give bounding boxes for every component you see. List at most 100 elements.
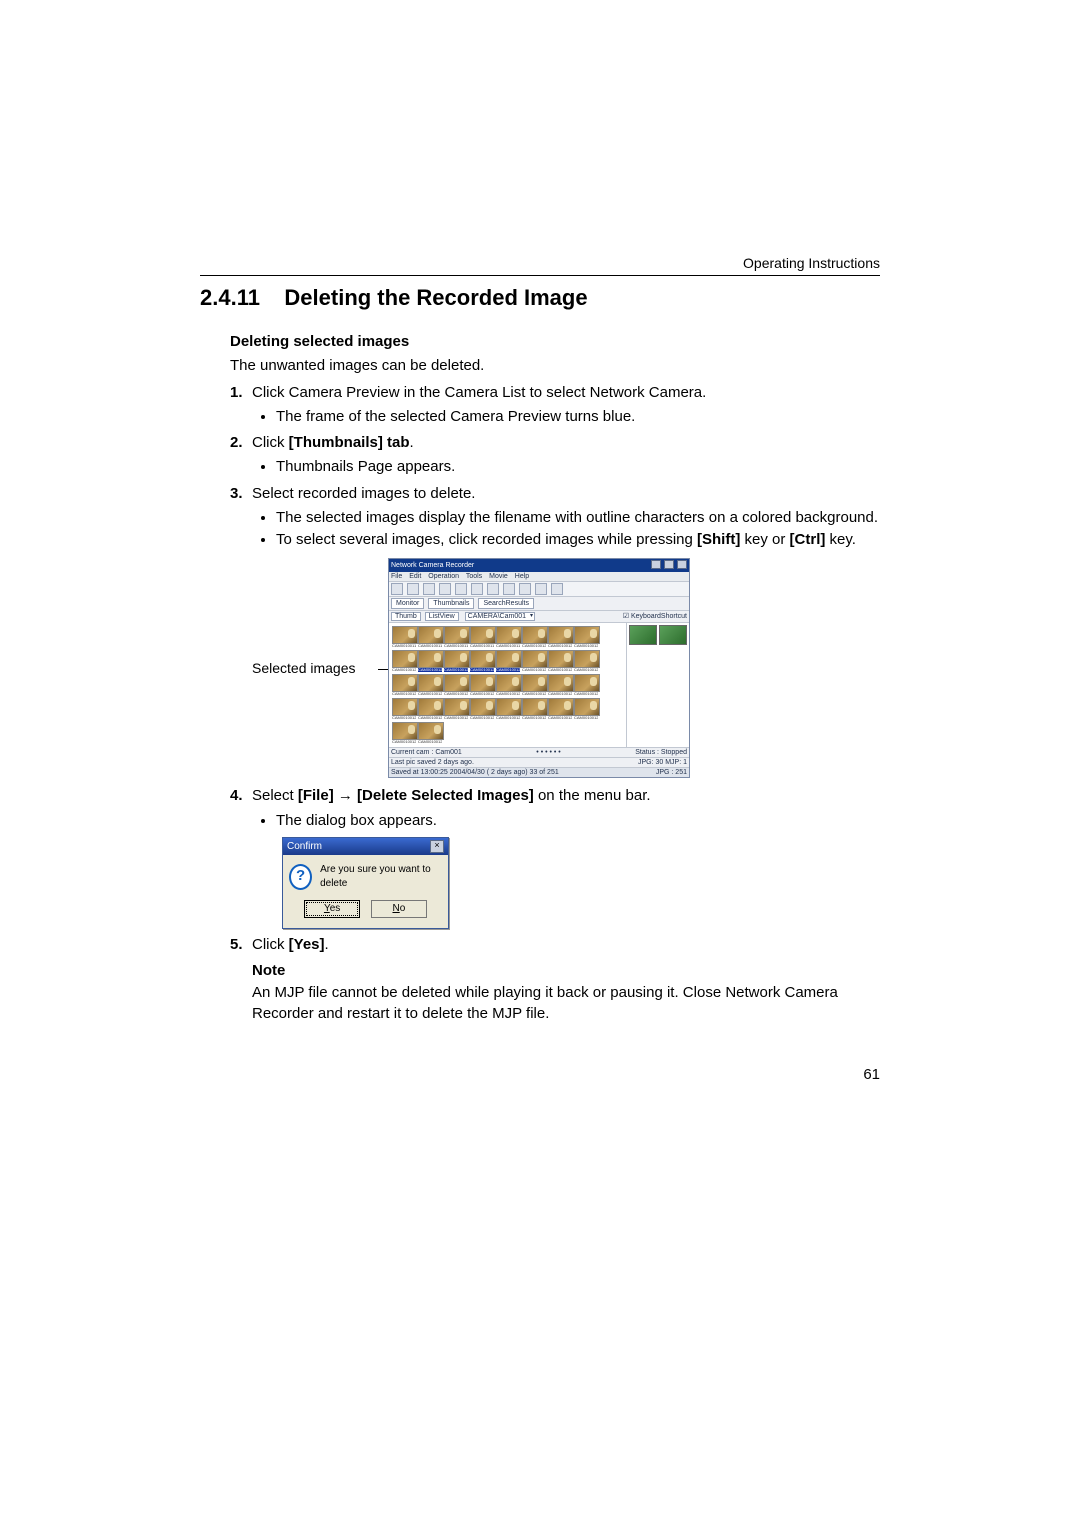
thumbnail[interactable]: CAM001001219 [392, 698, 416, 720]
thumbnail[interactable]: CAM001001221 [444, 698, 468, 720]
thumbnail-image[interactable] [574, 626, 600, 644]
thumbnail[interactable]: CAM001001200 [522, 626, 546, 648]
thumbnail[interactable]: CAM001001196 [418, 626, 442, 648]
thumbnail[interactable]: CAM001001227 [392, 722, 416, 744]
thumbnail-image[interactable] [392, 722, 418, 740]
camera-combo[interactable]: CAMERA\Cam001 [465, 612, 535, 621]
thumbnail[interactable]: CAM001001212 [418, 674, 442, 696]
toolbar-icon[interactable] [423, 583, 435, 595]
thumbnail-image[interactable] [548, 674, 574, 692]
thumbnail-image[interactable] [522, 698, 548, 716]
thumbnail[interactable]: CAM001001228 [418, 722, 442, 744]
thumbnail-image[interactable] [444, 674, 470, 692]
menu-help[interactable]: Help [515, 573, 529, 580]
toolbar-icon[interactable] [439, 583, 451, 595]
thumbnail-image[interactable] [522, 650, 548, 668]
thumbnail[interactable]: CAM001001217 [548, 674, 572, 696]
thumbnail-image[interactable] [548, 650, 574, 668]
thumbnail[interactable]: CAM001001214 [470, 674, 494, 696]
thumbnail-image[interactable] [444, 626, 470, 644]
menu-file[interactable]: File [391, 573, 402, 580]
subtab-listview[interactable]: ListView [425, 612, 459, 621]
thumbnail[interactable]: CAM001001199 [496, 626, 520, 648]
thumbnail-image[interactable] [392, 650, 418, 668]
toolbar-icon[interactable] [535, 583, 547, 595]
thumbnail-image[interactable] [522, 626, 548, 644]
thumbnail-image[interactable] [470, 650, 496, 668]
thumbnail-image[interactable] [418, 698, 444, 716]
thumbnail-image[interactable] [496, 698, 522, 716]
thumbnail[interactable]: CAM001001218 [574, 674, 598, 696]
yes-button[interactable]: Yes [304, 900, 360, 918]
toolbar-icon[interactable] [455, 583, 467, 595]
thumbnail-image[interactable] [418, 674, 444, 692]
thumbnail-image[interactable] [522, 674, 548, 692]
camera-preview-1[interactable] [629, 625, 657, 645]
thumbnail[interactable]: CAM001001216 [522, 674, 546, 696]
app-tabs[interactable]: Monitor Thumbnails SearchResults [389, 597, 689, 611]
thumbnail-grid[interactable]: CAM001001195CAM001001196CAM001001197CAM0… [389, 623, 626, 747]
app-toolbar[interactable] [389, 582, 689, 597]
minimize-icon[interactable] [651, 560, 661, 569]
thumbnail-image[interactable] [574, 674, 600, 692]
thumbnail[interactable]: CAM001001215 [496, 674, 520, 696]
thumbnail[interactable]: CAM001001209 [548, 650, 572, 672]
toolbar-icon[interactable] [391, 583, 403, 595]
toolbar-icon[interactable] [487, 583, 499, 595]
keyboard-shortcut-check[interactable]: ☑ KeyboardShortcut [623, 613, 687, 620]
thumbnail[interactable]: CAM001001207 [496, 650, 520, 672]
thumbnail-image[interactable] [574, 698, 600, 716]
thumbnail[interactable]: CAM001001204 [418, 650, 442, 672]
thumbnail[interactable]: CAM001001213 [444, 674, 468, 696]
thumbnail-image[interactable] [574, 650, 600, 668]
thumbnail-image[interactable] [418, 626, 444, 644]
thumbnail-image[interactable] [496, 650, 522, 668]
thumbnail[interactable]: CAM001001198 [470, 626, 494, 648]
no-button[interactable]: No [371, 900, 427, 918]
thumbnail-image[interactable] [392, 674, 418, 692]
thumbnail[interactable]: CAM001001202 [574, 626, 598, 648]
subtab-thumb[interactable]: Thumb [391, 612, 421, 621]
toolbar-icon[interactable] [551, 583, 563, 595]
thumbnail-image[interactable] [470, 626, 496, 644]
thumbnail[interactable]: CAM001001195 [392, 626, 416, 648]
app-menubar[interactable]: File Edit Operation Tools Movie Help [389, 572, 689, 582]
thumbnail[interactable]: CAM001001210 [574, 650, 598, 672]
thumbnail[interactable]: CAM001001220 [418, 698, 442, 720]
maximize-icon[interactable] [664, 560, 674, 569]
thumbnail[interactable]: CAM001001226 [574, 698, 598, 720]
thumbnail-image[interactable] [548, 626, 574, 644]
tab-search-results[interactable]: SearchResults [478, 598, 534, 609]
thumbnail[interactable]: CAM001001197 [444, 626, 468, 648]
thumbnail[interactable]: CAM001001205 [444, 650, 468, 672]
menu-movie[interactable]: Movie [489, 573, 508, 580]
toolbar-icon[interactable] [503, 583, 515, 595]
thumbnail-image[interactable] [444, 698, 470, 716]
thumbnail-image[interactable] [496, 674, 522, 692]
thumbnail[interactable]: CAM001001224 [522, 698, 546, 720]
menu-operation[interactable]: Operation [428, 573, 459, 580]
thumbnail[interactable]: CAM001001203 [392, 650, 416, 672]
tab-monitor[interactable]: Monitor [391, 598, 424, 609]
close-icon[interactable] [677, 560, 687, 569]
thumbnail[interactable]: CAM001001206 [470, 650, 494, 672]
thumbnail-image[interactable] [418, 650, 444, 668]
toolbar-icon[interactable] [407, 583, 419, 595]
thumbnail[interactable]: CAM001001225 [548, 698, 572, 720]
thumbnail[interactable]: CAM001001201 [548, 626, 572, 648]
thumbnail[interactable]: CAM001001223 [496, 698, 520, 720]
thumbnail-image[interactable] [444, 650, 470, 668]
thumbnail-image[interactable] [392, 698, 418, 716]
dialog-close-button[interactable]: × [430, 840, 444, 853]
thumbnail[interactable]: CAM001001222 [470, 698, 494, 720]
camera-preview-2[interactable] [659, 625, 687, 645]
thumbnail-image[interactable] [470, 698, 496, 716]
thumbnail-image[interactable] [496, 626, 522, 644]
thumbnail-image[interactable] [470, 674, 496, 692]
thumbnail-image[interactable] [548, 698, 574, 716]
menu-tools[interactable]: Tools [466, 573, 482, 580]
thumbnail[interactable]: CAM001001211 [392, 674, 416, 696]
thumbnail-image[interactable] [418, 722, 444, 740]
menu-edit[interactable]: Edit [409, 573, 421, 580]
window-buttons[interactable] [650, 560, 687, 571]
